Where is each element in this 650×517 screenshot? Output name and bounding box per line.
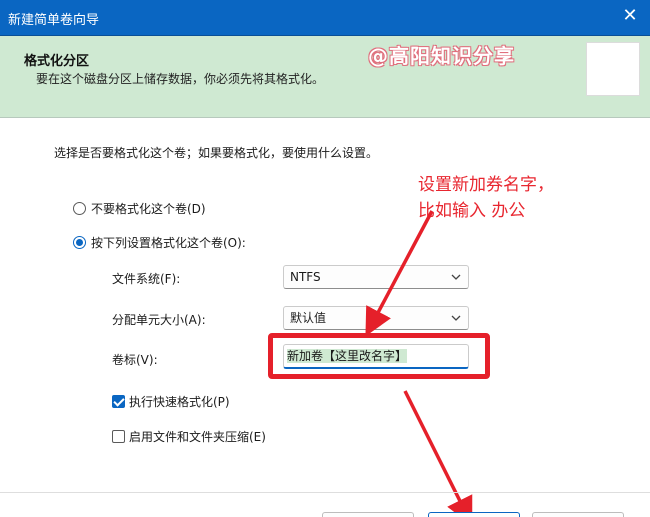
- wizard-header: 格式化分区 要在这个磁盘分区上储存数据，你必须先将其格式化。 @高阳知识分享: [0, 36, 650, 118]
- back-button[interactable]: [322, 512, 414, 517]
- title-bar: 新建简单卷向导 ✕: [0, 0, 650, 36]
- page-subtitle: 要在这个磁盘分区上储存数据，你必须先将其格式化。: [36, 72, 325, 86]
- arrow-to-input: [365, 210, 434, 337]
- watermark: @高阳知识分享: [368, 44, 515, 68]
- wizard-icon: [586, 42, 640, 96]
- arrow-to-next: [403, 390, 473, 517]
- footer-divider: [0, 492, 650, 493]
- close-icon[interactable]: ✕: [620, 6, 640, 26]
- next-button[interactable]: [428, 512, 520, 517]
- cancel-button[interactable]: [532, 512, 624, 517]
- page-title: 格式化分区: [24, 54, 90, 69]
- window-title: 新建简单卷向导: [8, 13, 100, 28]
- wizard-body: 选择是否要格式化这个卷；如果要格式化，要使用什么设置。 不要格式化这个卷(D) …: [0, 119, 650, 517]
- annotation-arrows: [365, 210, 473, 517]
